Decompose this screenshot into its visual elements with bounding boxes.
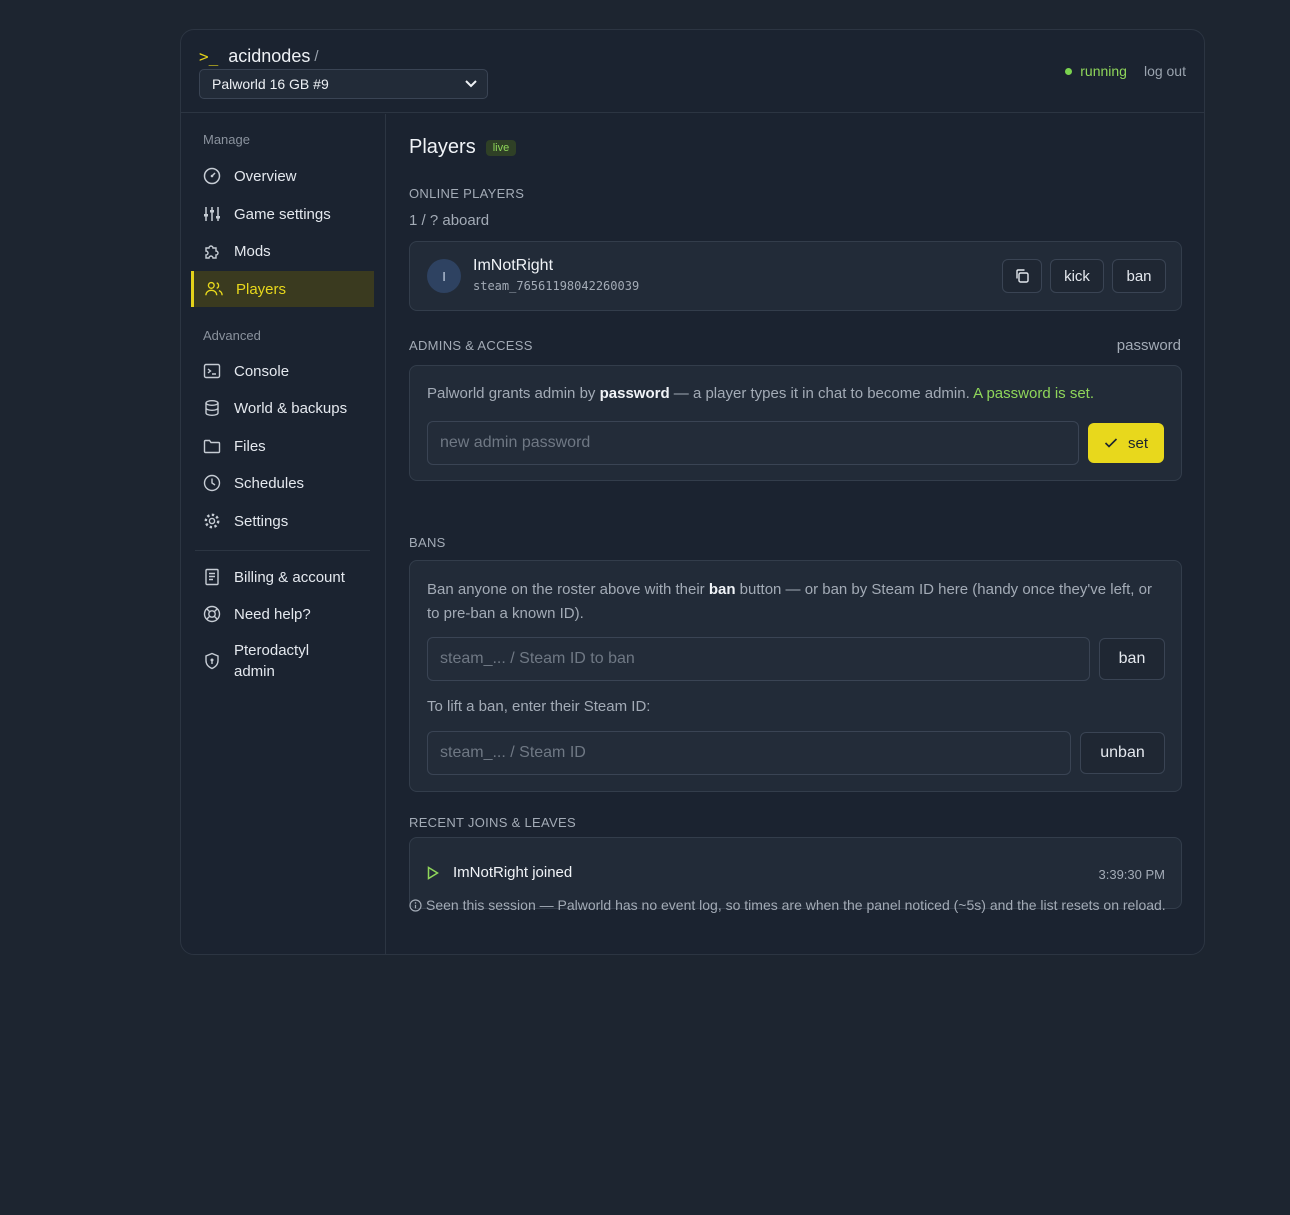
users-icon (205, 280, 223, 298)
chevron-down-icon (465, 80, 477, 88)
gauge-icon (203, 167, 221, 185)
password-set-status: A password is set. (973, 385, 1095, 402)
clock-icon (203, 474, 221, 492)
unban-button[interactable]: unban (1080, 732, 1165, 774)
sliders-icon (203, 205, 221, 223)
kick-button[interactable]: kick (1050, 259, 1104, 293)
copy-icon (1016, 269, 1029, 283)
status-text: running (1080, 63, 1127, 79)
sidebar-item-label: Players (236, 280, 287, 298)
sidebar-item-label: Files (234, 437, 266, 455)
session-footnote: Seen this session — Palworld has no even… (409, 895, 1169, 915)
page-title: Players (409, 136, 476, 158)
sidebar-item-world-backups[interactable]: World & backups (191, 390, 374, 426)
sidebar-item-overview[interactable]: Overview (191, 158, 374, 194)
play-icon (427, 866, 439, 880)
status-dot-icon (1065, 67, 1073, 75)
online-players-label: ONLINE PLAYERS (409, 186, 525, 201)
avatar: I (427, 259, 461, 293)
player-steam-id: steam_76561198042260039 (473, 279, 640, 293)
top-bar: >_ acidnodes / Palworld 16 GB #9 running… (181, 30, 1204, 113)
sidebar-item-players[interactable]: Players (191, 271, 374, 307)
sidebar-item-label: Schedules (234, 474, 305, 492)
info-icon (409, 899, 422, 912)
sidebar-item-console[interactable]: Console (191, 353, 374, 389)
sidebar-item-help[interactable]: Need help? (191, 596, 374, 632)
sidebar-section-manage: Manage (203, 132, 250, 147)
sidebar-item-schedules[interactable]: Schedules (191, 465, 374, 501)
recent-joins-label: RECENT JOINS & LEAVES (409, 815, 576, 830)
ban-by-id-button[interactable]: ban (1099, 638, 1165, 680)
password-link[interactable]: password (1117, 337, 1181, 354)
sidebar-item-label: Console (234, 362, 290, 380)
player-card: I ImNotRight steam_76561198042260039 kic… (409, 241, 1182, 311)
breadcrumb-separator: / (314, 48, 319, 65)
admins-description: Palworld grants admin by password — a pl… (427, 385, 1095, 402)
sidebar-item-label: Pterodactyl admin (234, 642, 310, 680)
bans-description: Ban anyone on the roster above with thei… (427, 581, 1152, 622)
ban-player-button[interactable]: ban (1112, 259, 1166, 293)
sidebar-divider (195, 550, 370, 551)
terminal-icon (203, 362, 221, 380)
receipt-icon (203, 568, 221, 586)
check-icon (1104, 438, 1118, 448)
sidebar-item-label: Settings (234, 512, 289, 530)
event-timestamp: 3:39:30 PM (1098, 867, 1166, 882)
unban-instructions: To lift a ban, enter their Steam ID: (427, 698, 651, 715)
gear-icon (203, 512, 221, 530)
brand: >_ acidnodes / (199, 46, 319, 67)
sidebar-item-label: Mods (234, 242, 271, 260)
sidebar-item-settings[interactable]: Settings (191, 503, 374, 539)
page-header: Players live (409, 136, 517, 159)
puzzle-icon (203, 242, 221, 260)
lifebuoy-icon (203, 605, 221, 623)
event-text: ImNotRight joined (453, 864, 573, 881)
sidebar: Manage Overview Game settings Mods Playe… (181, 114, 386, 954)
database-icon (203, 399, 221, 417)
sidebar-item-label: Overview (234, 167, 297, 185)
sidebar-item-label: World & backups (234, 399, 348, 417)
player-count: 1 / ? aboard (409, 212, 490, 229)
sidebar-item-game-settings[interactable]: Game settings (191, 196, 374, 232)
brand-name[interactable]: acidnodes (228, 46, 310, 67)
player-name: ImNotRight (473, 257, 554, 274)
app-panel: >_ acidnodes / Palworld 16 GB #9 running… (180, 29, 1205, 955)
unban-steam-id-input[interactable]: steam_... / Steam ID (427, 731, 1071, 775)
sidebar-section-advanced: Advanced (203, 328, 261, 343)
sidebar-item-label: Billing & account (234, 568, 345, 586)
server-select[interactable]: Palworld 16 GB #9 (199, 69, 488, 99)
server-select-value: Palworld 16 GB #9 (212, 76, 329, 92)
bans-card: Ban anyone on the roster above with thei… (409, 560, 1182, 792)
main-content: Players live ONLINE PLAYERS 1 / ? aboard… (387, 114, 1204, 954)
sidebar-item-files[interactable]: Files (191, 428, 374, 464)
bans-label: BANS (409, 535, 446, 550)
admin-password-input[interactable]: new admin password (427, 421, 1079, 465)
live-badge: live (485, 139, 517, 156)
admins-card: Palworld grants admin by password — a pl… (409, 365, 1182, 481)
sidebar-item-pterodactyl[interactable]: Pterodactyl admin (191, 639, 374, 683)
folder-icon (203, 437, 221, 455)
sidebar-item-label: Game settings (234, 205, 331, 223)
ban-steam-id-input[interactable]: steam_... / Steam ID to ban (427, 637, 1090, 681)
server-status: running log out (1065, 63, 1186, 79)
logout-link[interactable]: log out (1144, 63, 1186, 79)
set-password-button[interactable]: set (1088, 423, 1164, 463)
copy-id-button[interactable] (1002, 259, 1042, 293)
terminal-prompt-icon: >_ (199, 47, 219, 66)
sidebar-item-billing[interactable]: Billing & account (191, 559, 374, 595)
admins-access-label: ADMINS & ACCESS (409, 338, 533, 353)
shield-icon (203, 652, 221, 670)
sidebar-item-mods[interactable]: Mods (191, 233, 374, 269)
sidebar-item-label: Need help? (234, 605, 311, 623)
